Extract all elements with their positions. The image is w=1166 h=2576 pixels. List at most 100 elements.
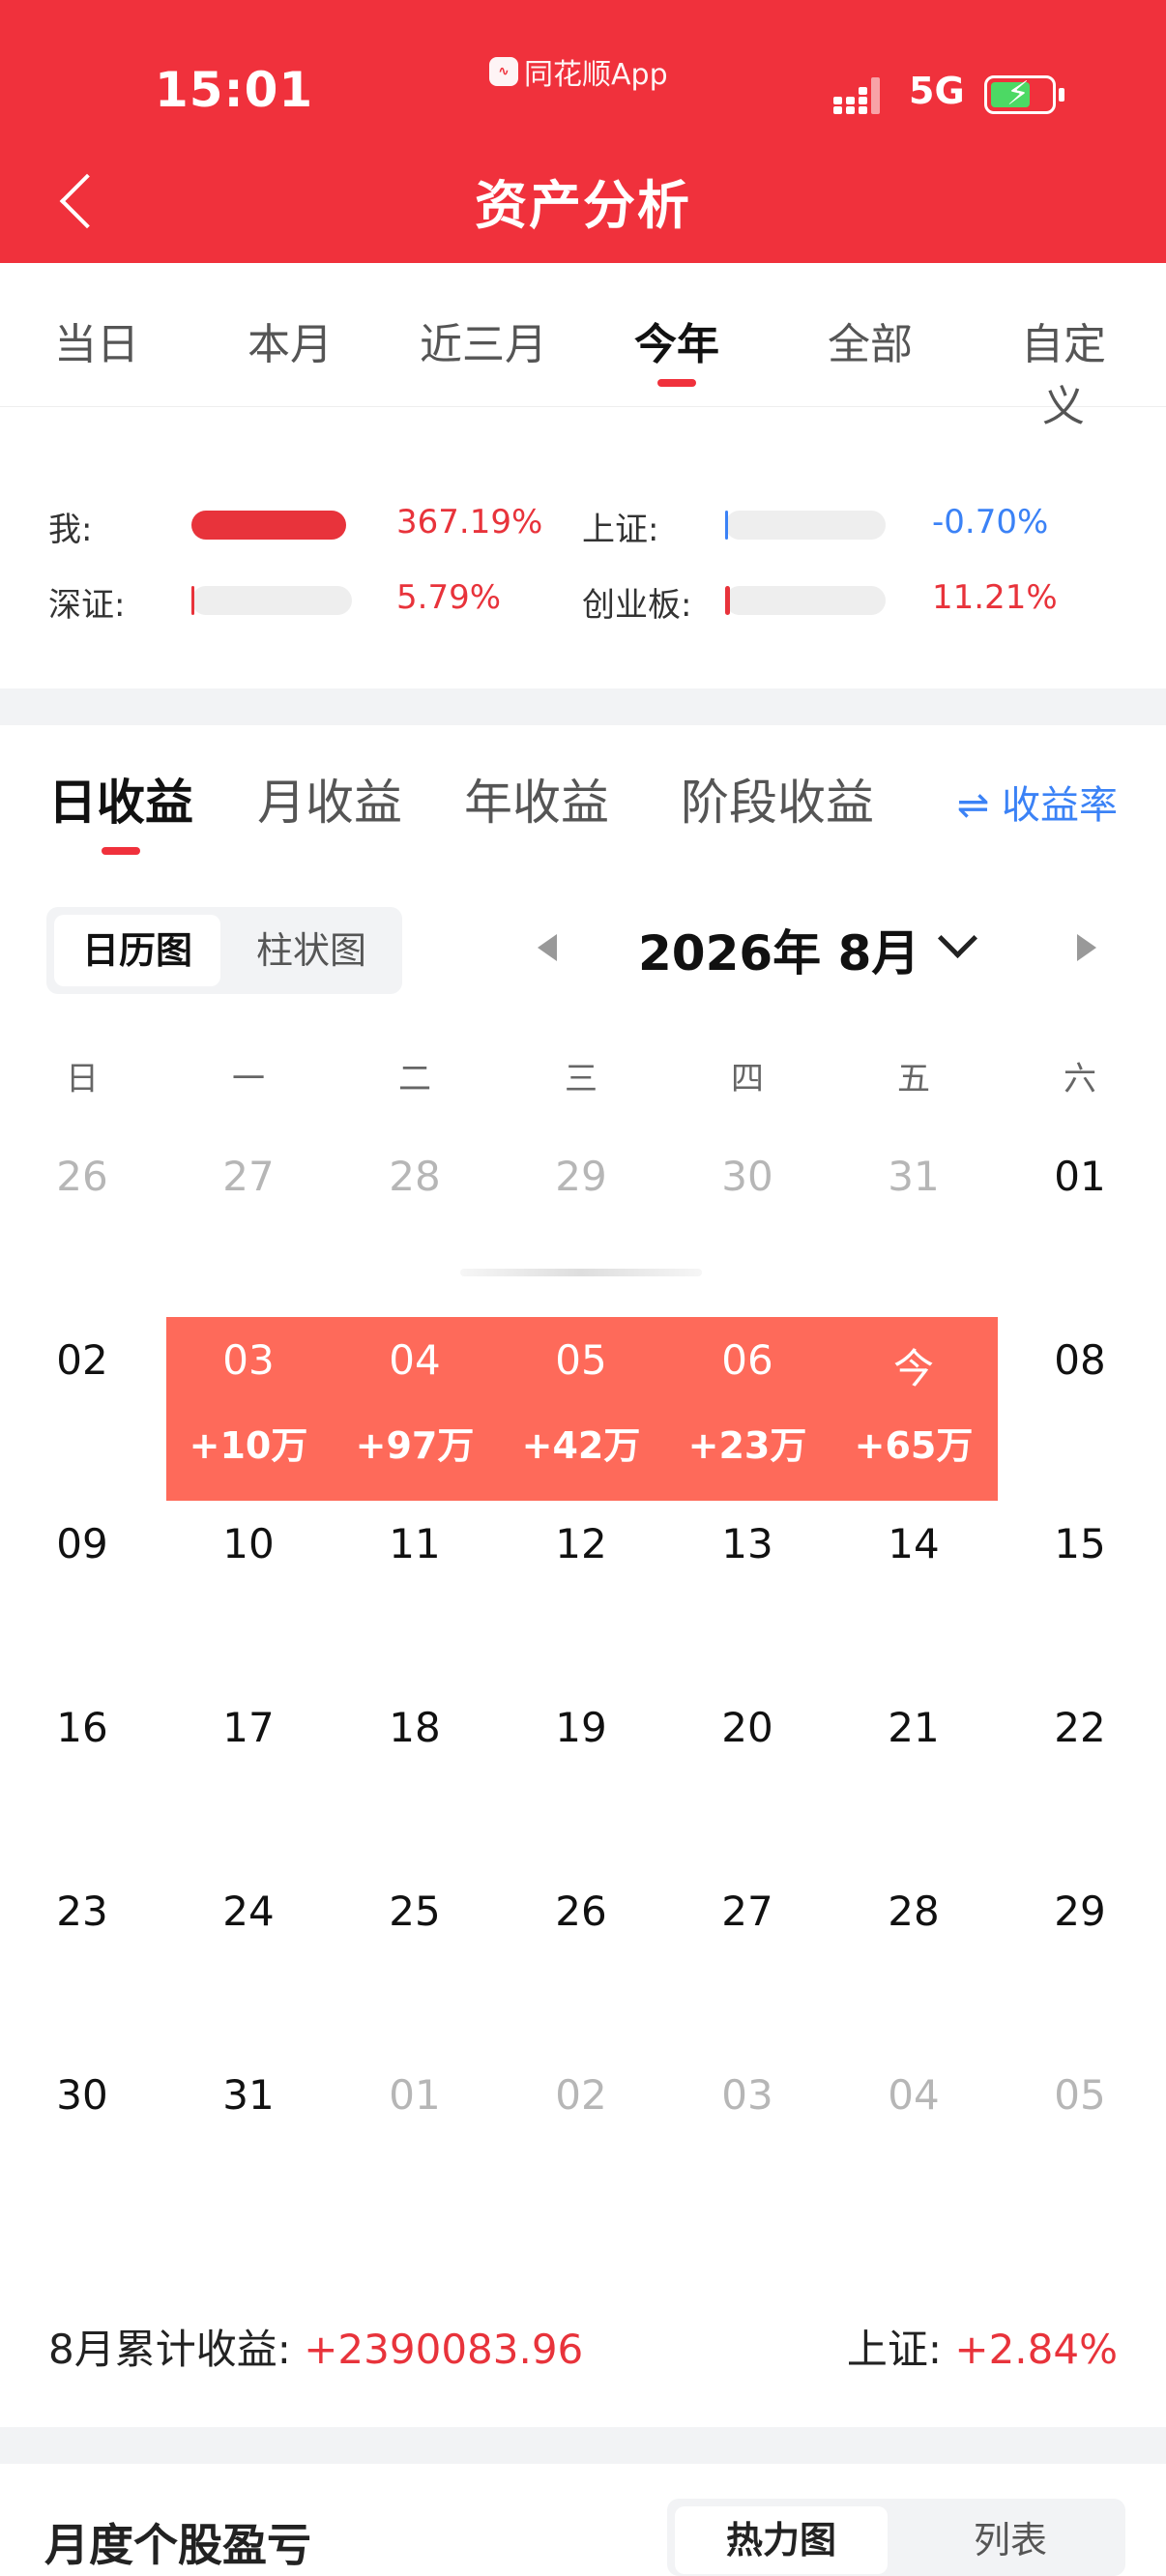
index-total-label: 上证: [846,2326,943,2373]
calendar-day: 27 [222,1153,275,1200]
day-gain: +42万 [521,1424,641,1467]
compare-label-me: 我: [48,511,93,549]
calendar-day[interactable]: 11 [389,1520,440,1567]
calendar-day[interactable]: 01 [1054,1153,1105,1200]
weekday-label: 一 [232,1060,265,1098]
calendar-view-button[interactable]: 日历图 [54,915,220,986]
tab-all[interactable]: 全部 [828,309,913,371]
app-logo-icon: ∿ [489,57,518,86]
heatmap-list-toggle: 热力图 列表 [667,2499,1125,2576]
calendar-day[interactable]: 12 [555,1520,606,1567]
compare-bar-sz [191,586,352,615]
day-gain: +65万 [854,1424,974,1467]
month-selector[interactable]: 2026年 8月 [638,915,919,984]
calendar-day[interactable]: 10 [222,1520,274,1567]
month-total-value: +2390083.96 [304,2326,584,2373]
tab-custom[interactable]: 自定义 [1012,309,1115,433]
compare-bar-cyb [725,586,886,615]
section-divider-2 [0,2427,1166,2464]
calendar-day[interactable]: 04 [389,1336,440,1384]
compare-value-sh: -0.70% [932,503,1049,542]
calendar-day: 28 [389,1153,441,1200]
calendar-day[interactable]: 08 [1054,1336,1105,1384]
prev-month-icon[interactable] [538,934,557,961]
month-total-label: 8月累计收益: [48,2326,291,2373]
calendar-day[interactable]: 16 [56,1704,107,1751]
calendar-day[interactable]: 02 [56,1336,107,1384]
tab-today[interactable]: 当日 [54,309,139,371]
view-toggle: 日历图 柱状图 [46,907,402,994]
index-total-value: +2.84% [954,2326,1118,2373]
tab-period-income[interactable]: 阶段收益 [681,764,874,834]
weekday-label: 五 [897,1060,930,1098]
calendar-day[interactable]: 27 [721,1888,772,1935]
calendar-day[interactable]: 19 [555,1704,606,1751]
calendar-day: 01 [389,2071,441,2119]
calendar-day[interactable]: 15 [1054,1520,1105,1567]
calendar-day[interactable]: 13 [721,1520,772,1567]
scroll-indicator [460,1269,702,1276]
tab-monthly-income[interactable]: 月收益 [257,764,402,834]
calendar-day[interactable]: 03 [222,1336,274,1384]
calendar-day[interactable]: 29 [1054,1888,1105,1935]
weekday-label: 二 [398,1060,431,1098]
calendar-day: 31 [888,1153,940,1200]
return-rate-link[interactable]: ⇌ 收益率 [957,774,1118,830]
calendar-day[interactable]: 26 [555,1888,606,1935]
battery-icon: ⚡ [984,74,1064,114]
calendar-day: 29 [555,1153,607,1200]
calendar-day[interactable]: 23 [56,1888,107,1935]
app-label: ∿ 同花顺App [489,50,668,93]
app-header: 15:01 ∿ 同花顺App 5G ⚡ 资产分析 [0,0,1166,263]
page-title: 资产分析 [475,175,691,236]
weekday-label: 三 [565,1060,598,1098]
calendar-day[interactable]: 25 [389,1888,440,1935]
compare-value-sz: 5.79% [396,578,502,617]
calendar-day[interactable]: 今 [893,1336,934,1395]
income-tabs: 日收益 月收益 年收益 阶段收益 ⇌ 收益率 [0,764,1166,870]
chevron-down-icon[interactable] [938,922,977,961]
calendar-day: 05 [1054,2071,1106,2119]
day-gain: +23万 [687,1424,807,1467]
compare-label-sh: 上证: [582,511,659,549]
heatmap-button[interactable]: 热力图 [675,2506,888,2574]
month-total: 8月累计收益: +2390083.96 [48,2317,583,2376]
day-gain: +97万 [355,1424,475,1467]
tab-this-month[interactable]: 本月 [248,309,333,371]
compare-bar-sh [725,511,886,540]
calendar-day[interactable]: 14 [888,1520,939,1567]
tab-daily-income[interactable]: 日收益 [48,764,193,855]
network-type: 5G [909,70,965,112]
return-comparison: 我: 367.19% 上证: -0.70% 深证: 5.79% 创业板: 11.… [48,503,1122,625]
calendar-day[interactable]: 18 [389,1704,440,1751]
calendar-day[interactable]: 22 [1054,1704,1105,1751]
calendar-day: 03 [721,2071,773,2119]
next-month-icon[interactable] [1077,934,1096,961]
section-divider [0,688,1166,725]
compare-bar-me [191,511,346,540]
calendar-day[interactable]: 24 [222,1888,274,1935]
calendar-day[interactable]: 30 [56,2071,107,2119]
bar-view-button[interactable]: 柱状图 [228,915,394,986]
calendar-day: 02 [555,2071,607,2119]
calendar-day[interactable]: 05 [555,1336,606,1384]
calendar-day[interactable]: 31 [222,2071,274,2119]
calendar-day[interactable]: 28 [888,1888,939,1935]
calendar-day[interactable]: 17 [222,1704,274,1751]
calendar-day[interactable]: 20 [721,1704,772,1751]
stock-pnl-title: 月度个股盈亏 [44,2519,311,2571]
compare-label-cyb: 创业板: [582,586,692,625]
tab-yearly-income[interactable]: 年收益 [464,764,609,834]
calendar-day[interactable]: 09 [56,1520,107,1567]
tab-this-year[interactable]: 今年 [634,309,719,387]
list-button[interactable]: 列表 [909,2506,1112,2574]
calendar-day: 26 [56,1153,108,1200]
app-label-text: 同花顺App [524,58,668,92]
compare-value-me: 367.19% [396,503,543,542]
weekday-label: 六 [1064,1060,1096,1098]
calendar-day[interactable]: 06 [721,1336,772,1384]
signal-icon [833,77,880,114]
calendar-day[interactable]: 21 [888,1704,939,1751]
day-gain: +10万 [189,1424,308,1467]
tab-three-months[interactable]: 近三月 [420,309,547,371]
